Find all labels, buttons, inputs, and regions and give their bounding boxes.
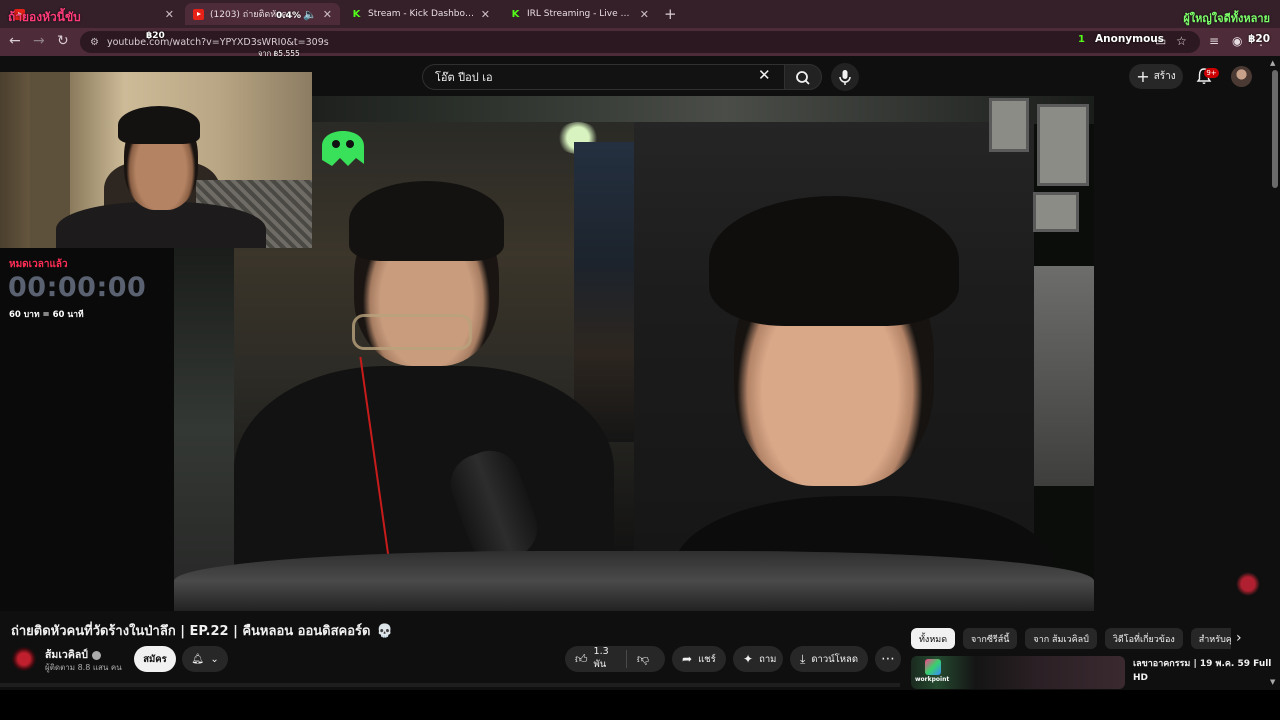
video-left-decoration bbox=[174, 246, 234, 611]
recommended-video-thumbnail[interactable]: workpoint bbox=[911, 656, 1125, 689]
browser-address-bar: ← → ↻ ⚙ youtube.com/watch?v=YPYXD3sWRI0&… bbox=[0, 28, 1280, 56]
bottom-letterbox bbox=[0, 690, 1280, 720]
back-icon[interactable]: ← bbox=[9, 33, 21, 49]
chip-from-channel[interactable]: จาก ส้มเวคิลป์ bbox=[1025, 628, 1097, 649]
fur-foreground bbox=[174, 551, 1094, 611]
forward-icon[interactable]: → bbox=[33, 33, 45, 49]
scroll-up-icon[interactable]: ▲ bbox=[1270, 59, 1275, 67]
channel-name-text: ส้มเวคิลป์ bbox=[45, 649, 88, 661]
overlay-donor-rank: 1 bbox=[1078, 34, 1085, 45]
url-text: youtube.com/watch?v=YPYXD3sWRI0&t=309s bbox=[106, 36, 329, 48]
browser-tab-3[interactable]: K Stream - Kick Dashboard ✕ bbox=[343, 3, 498, 25]
timer-rate: 60 บาท = 60 นาที bbox=[9, 310, 84, 320]
chevron-right-icon[interactable]: › bbox=[1236, 630, 1242, 646]
recommendation-chips: ทั้งหมด จากซีรีส์นี้ จาก ส้มเวคิลป์ วิดี… bbox=[911, 628, 1231, 650]
microphone-icon bbox=[839, 70, 851, 85]
create-label: สร้าง bbox=[1153, 71, 1176, 82]
ask-button[interactable]: ✦ ถาม bbox=[733, 646, 783, 672]
search-button[interactable] bbox=[784, 64, 822, 90]
profile-icon[interactable]: ◉ bbox=[1232, 34, 1242, 48]
share-label: แชร์ bbox=[698, 653, 716, 665]
bell-icon: 🔔︎ bbox=[191, 653, 204, 665]
create-button[interactable]: + สร้าง bbox=[1129, 64, 1183, 89]
notification-preference-button[interactable]: 🔔︎ ⌄ bbox=[182, 646, 228, 672]
channel-avatar[interactable] bbox=[12, 647, 36, 671]
overlay-top-right-text: ผู้ใหญ่ใจดีทั้งหลาย bbox=[1183, 12, 1270, 25]
skull-emoji: 💀 bbox=[376, 624, 393, 639]
chevron-down-icon: ⌄ bbox=[210, 653, 219, 665]
dislike-icon[interactable]: 👎︎ bbox=[637, 652, 649, 667]
scrollbar-thumb[interactable] bbox=[1272, 70, 1278, 188]
url-field[interactable]: ⚙ youtube.com/watch?v=YPYXD3sWRI0&t=309s bbox=[80, 31, 1200, 53]
notification-badge: 9+ bbox=[1204, 68, 1219, 78]
show-ghost-logo-icon bbox=[322, 131, 364, 166]
reload-icon[interactable]: ↻ bbox=[57, 33, 69, 49]
media-controls-icon[interactable]: ≡ bbox=[1209, 34, 1219, 48]
workpoint-logo-icon: workpoint bbox=[915, 658, 949, 684]
kick-icon: K bbox=[352, 8, 361, 20]
chip-all[interactable]: ทั้งหมด bbox=[911, 628, 956, 649]
close-tab-icon[interactable]: ✕ bbox=[481, 8, 490, 21]
browser-tab-4[interactable]: K IRL Streaming - Live Streams on ✕ bbox=[502, 3, 657, 25]
video-background-top bbox=[174, 96, 1094, 124]
haunted-house bbox=[1034, 266, 1094, 486]
video-title: ถ่ายติดหัวคนที่วัดร้างในป่าลึก | EP.22 |… bbox=[11, 620, 393, 641]
stream-timer-panel: หมดเวลาแล้ว 00:00:00 60 บาท = 60 นาที bbox=[0, 248, 174, 611]
subscriber-count: ผู้ติดตาม 8.8 แสน คน bbox=[45, 663, 122, 672]
like-icon[interactable]: 👍︎ bbox=[575, 652, 588, 667]
chip-related[interactable]: วิดีโอที่เกี่ยวข้อง bbox=[1104, 628, 1183, 649]
clear-search-icon[interactable]: ✕ bbox=[758, 66, 771, 84]
close-tab-icon[interactable]: ✕ bbox=[640, 8, 649, 21]
search-icon bbox=[796, 71, 810, 85]
close-tab-icon[interactable]: ✕ bbox=[165, 8, 174, 21]
more-icon: ⋯ bbox=[881, 651, 895, 667]
description-box-edge bbox=[0, 683, 900, 687]
overlay-donor-amount: ฿20 bbox=[1248, 33, 1270, 45]
like-dislike-group: 👍︎ 1.3 พัน 👎︎ bbox=[565, 646, 665, 672]
subscribe-button[interactable]: สมัคร bbox=[134, 646, 176, 672]
share-icon: ➦ bbox=[682, 652, 693, 666]
site-info-icon[interactable]: ⚙ bbox=[90, 37, 99, 48]
share-button[interactable]: ➦ แชร์ bbox=[672, 646, 726, 672]
close-tab-icon[interactable]: ✕ bbox=[323, 8, 332, 21]
voice-search-button[interactable] bbox=[831, 63, 859, 91]
verified-icon bbox=[91, 650, 101, 660]
video-player[interactable] bbox=[174, 96, 1094, 611]
tab-title: Stream - Kick Dashboard bbox=[368, 9, 475, 19]
overlay-donor-name: Anonymous bbox=[1095, 33, 1165, 45]
bookmark-star-icon[interactable]: ☆ bbox=[1176, 34, 1187, 48]
chip-for-you[interactable]: สำหรับคุณ bbox=[1190, 628, 1231, 649]
picture-frames bbox=[989, 96, 1094, 236]
tab-title: IRL Streaming - Live Streams on bbox=[527, 9, 634, 19]
mute-tab-icon[interactable]: 🔈 bbox=[303, 8, 317, 21]
chip-from-series[interactable]: จากซีรีส์นี้ bbox=[963, 628, 1018, 649]
new-tab-button[interactable]: + bbox=[664, 5, 677, 23]
video-title-text: ถ่ายติดหัวคนที่วัดร้างในป่าลึก | EP.22 |… bbox=[11, 624, 371, 639]
plus-icon: + bbox=[1136, 66, 1150, 86]
search-query: โอ๊ต ปีอป เอ bbox=[435, 71, 493, 84]
streamer-webcam bbox=[0, 72, 312, 248]
search-input[interactable]: โอ๊ต ปีอป เอ bbox=[422, 64, 784, 90]
account-avatar[interactable] bbox=[1231, 66, 1252, 87]
browser-tab-2[interactable]: (1203) ถ่ายติดหัวคนที่วัดร้างในป่าลึก 🔈 … bbox=[185, 3, 340, 25]
overlay-goal-percent: 0.4% bbox=[276, 11, 301, 21]
kick-icon: K bbox=[511, 8, 520, 20]
sparkle-icon: ✦ bbox=[743, 652, 754, 666]
like-count[interactable]: 1.3 พัน bbox=[594, 646, 617, 672]
youtube-icon bbox=[193, 8, 204, 20]
glasses bbox=[352, 314, 472, 350]
ask-label: ถาม bbox=[759, 653, 777, 665]
browser-tab-bar: ✕ (1203) ถ่ายติดหัวคนที่วัดร้างในป่าลึก … bbox=[0, 0, 1280, 28]
overlay-title: ถ้ายองหัวนี้ขับ bbox=[8, 10, 81, 24]
download-icon: ⤓ bbox=[800, 651, 806, 666]
timer-value: 00:00:00 bbox=[8, 272, 147, 303]
timer-label: หมดเวลาแล้ว bbox=[9, 259, 68, 270]
download-button[interactable]: ⤓ ดาวน์โหลด bbox=[790, 646, 868, 672]
more-actions-button[interactable]: ⋯ bbox=[875, 646, 901, 672]
overlay-goal-amount: ฿20 bbox=[146, 31, 165, 41]
recommended-video-title[interactable]: เลขาอาคกรรม | 19 พ.ค. 59 Full HD bbox=[1133, 657, 1273, 685]
download-label: ดาวน์โหลด bbox=[811, 653, 859, 665]
channel-watermark-icon bbox=[1236, 572, 1260, 596]
